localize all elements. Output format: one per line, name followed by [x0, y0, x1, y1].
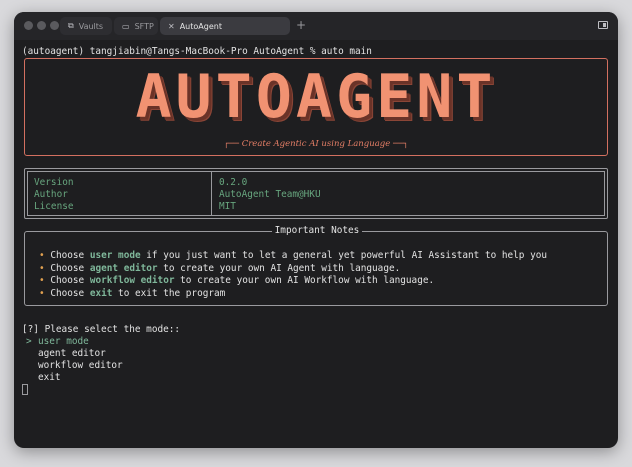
tagline: ┌── Create Agentic AI using Language ──┐: [223, 139, 409, 149]
info-label-license: License: [34, 201, 74, 212]
note-item: • Choose exit to exit the program: [39, 288, 226, 299]
new-tab-button[interactable]: +: [296, 18, 306, 32]
info-value-license: MIT: [219, 201, 236, 212]
close-window-button[interactable]: [24, 21, 33, 30]
shell-prompt: (autoagent) tangjiabin@Tangs-MacBook-Pro…: [22, 46, 372, 57]
zoom-window-button[interactable]: [50, 21, 59, 30]
logo-banner: AUTOAGENT ┌── Create Agentic AI using La…: [24, 58, 608, 156]
tab-label: SFTP: [134, 21, 154, 31]
option-exit[interactable]: exit: [38, 372, 61, 383]
info-value-author: AutoAgent Team@HKU: [219, 189, 321, 200]
tab-label: AutoAgent: [179, 21, 222, 31]
select-question: [?] Please select the mode::: [22, 324, 181, 335]
close-icon[interactable]: ✕: [168, 22, 175, 31]
option-agent-editor[interactable]: agent editor: [38, 348, 106, 359]
bullet-icon: •: [39, 288, 45, 299]
note-item: • Choose agent editor to create your own…: [39, 263, 401, 274]
minimize-window-button[interactable]: [37, 21, 46, 30]
pointer-icon: >: [26, 336, 32, 347]
bullet-icon: •: [39, 275, 45, 286]
bullet-icon: •: [39, 263, 45, 274]
info-label-author: Author: [34, 189, 68, 200]
info-table: Version Author License 0.2.0 AutoAgent T…: [24, 168, 608, 219]
info-label-version: Version: [34, 177, 74, 188]
text-cursor: [22, 384, 28, 395]
note-item: • Choose workflow editor to create your …: [39, 275, 435, 286]
vault-icon: ⧉: [68, 21, 74, 30]
tagline-text: Create Agentic AI using Language: [241, 139, 391, 149]
tab-autoagent[interactable]: ✕ AutoAgent: [160, 17, 290, 35]
notes-title: Important Notes: [271, 225, 363, 236]
note-item: • Choose user mode if you just want to l…: [39, 250, 548, 261]
info-value-version: 0.2.0: [219, 177, 248, 188]
tab-vaults[interactable]: ⧉ Vaults: [60, 17, 112, 35]
sidebar-toggle-icon[interactable]: [598, 21, 608, 29]
tab-sftp[interactable]: ▭ SFTP: [114, 17, 158, 35]
tab-label: Vaults: [78, 21, 104, 31]
ascii-logo: AUTOAGENT: [135, 62, 497, 132]
option-user-mode[interactable]: user mode: [38, 336, 89, 347]
terminal-window: ⧉ Vaults ▭ SFTP ✕ AutoAgent + (autoagent…: [14, 12, 618, 448]
terminal-output[interactable]: (autoagent) tangjiabin@Tangs-MacBook-Pro…: [14, 40, 618, 448]
bullet-icon: •: [39, 250, 45, 261]
title-bar: ⧉ Vaults ▭ SFTP ✕ AutoAgent +: [14, 12, 618, 40]
important-notes-panel: Important Notes • Choose user mode if yo…: [24, 225, 608, 306]
folder-icon: ▭: [122, 21, 130, 31]
option-workflow-editor[interactable]: workflow editor: [38, 360, 123, 371]
